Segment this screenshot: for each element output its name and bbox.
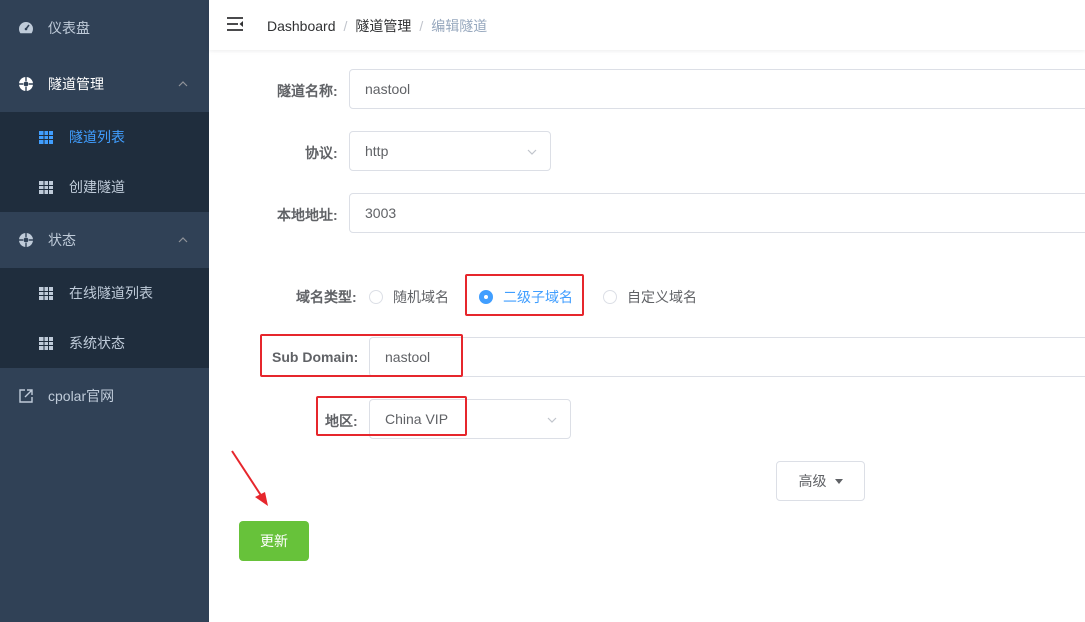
sidebar-item-tunnel-list[interactable]: 隧道列表: [0, 112, 209, 162]
breadcrumb-separator: /: [343, 18, 348, 34]
breadcrumb-tunnel-management[interactable]: 隧道管理: [355, 16, 411, 36]
sidebar-item-create-tunnel[interactable]: 创建隧道: [0, 162, 209, 212]
sidebar-item-system-status[interactable]: 系统状态: [0, 318, 209, 368]
external-link-icon: [18, 388, 34, 404]
radio-label: 自定义域名: [627, 289, 697, 305]
subdomain-input[interactable]: nastool: [369, 337, 1085, 377]
radio-circle: [603, 290, 617, 304]
radio-label: 随机域名: [393, 289, 449, 305]
radio-circle: [369, 290, 383, 304]
caret-down-icon: [834, 478, 843, 484]
sidebar-item-label: 系统状态: [69, 335, 125, 351]
sidebar-item-dashboard[interactable]: 仪表盘: [0, 0, 209, 56]
red-arrow-annotation: [231, 450, 268, 506]
highlight-box: [260, 334, 463, 377]
chevron-up-icon: [178, 237, 188, 243]
sidebar-item-status[interactable]: 状态: [0, 212, 209, 268]
protocol-label: 协议:: [305, 145, 338, 161]
chevron-down-icon: [527, 149, 537, 155]
top-navbar: Dashboard / 隧道管理 / 编辑隧道: [209, 0, 1085, 50]
update-label: 更新: [260, 533, 288, 549]
radio-custom-domain[interactable]: 自定义域名: [603, 287, 697, 307]
sidebar-item-label: 仪表盘: [48, 20, 90, 36]
domain-type-label: 域名类型:: [296, 289, 357, 305]
grid-icon: [38, 335, 54, 351]
radio-random-domain[interactable]: 随机域名: [369, 287, 449, 307]
protocol-value: http: [365, 143, 389, 159]
sidebar: 仪表盘 隧道管理 隧道列表 创建隧道 状态 在线隧道列表 系统状态 cpolar…: [0, 0, 209, 622]
breadcrumb-dashboard[interactable]: Dashboard: [267, 18, 336, 34]
advanced-label: 高级: [798, 473, 827, 489]
grid-icon: [38, 179, 54, 195]
breadcrumb: Dashboard / 隧道管理 / 编辑隧道: [267, 16, 487, 36]
highlight-box: [465, 274, 584, 316]
tunnel-name-label: 隧道名称:: [277, 83, 338, 99]
chevron-down-icon: [547, 417, 557, 423]
advanced-button[interactable]: 高级: [776, 461, 865, 501]
sidebar-item-label: 创建隧道: [69, 179, 125, 195]
breadcrumb-edit-tunnel: 编辑隧道: [431, 18, 488, 34]
sidebar-item-label: 隧道管理: [48, 76, 104, 92]
sidebar-item-label: 状态: [48, 232, 76, 248]
dashboard-icon: [18, 20, 34, 36]
sidebar-item-label: cpolar官网: [48, 388, 115, 404]
sidebar-item-label: 隧道列表: [69, 129, 125, 145]
tunnel-icon: [18, 76, 34, 92]
chevron-up-icon: [178, 81, 188, 87]
status-icon: [18, 232, 34, 248]
highlight-box: [316, 396, 467, 436]
tunnel-name-value: nastool: [365, 81, 411, 97]
update-button[interactable]: 更新: [239, 521, 309, 561]
breadcrumb-separator: /: [419, 18, 424, 34]
local-address-value: 3003: [365, 205, 397, 221]
menu-fold-icon[interactable]: [226, 15, 244, 33]
grid-icon: [38, 285, 54, 301]
sidebar-item-online-tunnels[interactable]: 在线隧道列表: [0, 268, 209, 318]
protocol-select[interactable]: http: [349, 131, 551, 171]
sidebar-item-cpolar-site[interactable]: cpolar官网: [0, 368, 209, 424]
local-address-input[interactable]: 3003: [349, 193, 1085, 233]
sidebar-item-label: 在线隧道列表: [69, 285, 153, 301]
local-address-label: 本地地址:: [277, 207, 338, 223]
sidebar-item-tunnel-management[interactable]: 隧道管理: [0, 56, 209, 112]
tunnel-name-input[interactable]: nastool: [349, 69, 1085, 109]
grid-icon: [38, 129, 54, 145]
